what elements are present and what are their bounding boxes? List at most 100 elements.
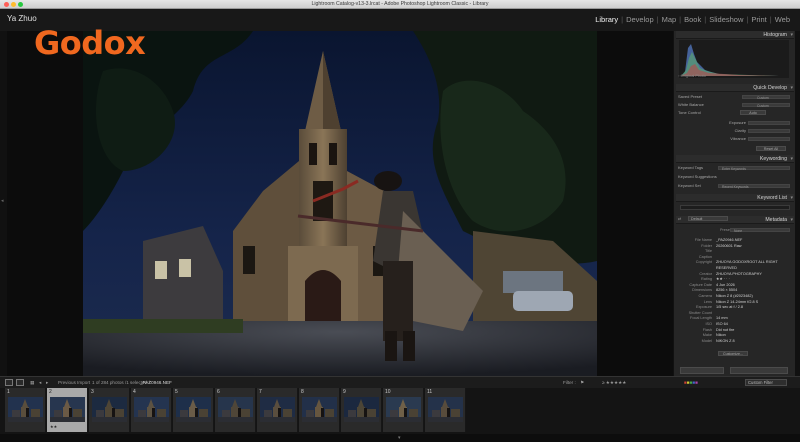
thumbnail-image [428,397,463,422]
grid-view-icon[interactable] [5,379,13,386]
grid-icon[interactable]: ▦ [30,380,34,386]
filmstrip-thumbnail[interactable] [218,397,253,422]
histogram-panel-header[interactable]: Histogram [676,31,794,39]
filmstrip-thumbnail[interactable] [134,397,169,422]
custom-filter-select[interactable]: Custom Filter [745,379,787,386]
keyword-tags-value: Enter Keywords [722,167,746,171]
white-balance-select[interactable]: Custom [742,103,790,108]
filmstrip-thumbnail[interactable] [92,397,127,422]
quick-develop-white-balance-row: White Balance Custom [678,102,792,108]
module-develop[interactable]: Develop [626,15,654,24]
filmstrip-thumbnail[interactable] [50,397,85,422]
clarity-label: Clarity [734,128,746,133]
loupe-photo[interactable] [83,31,597,376]
forward-arrow-icon[interactable]: ▸ [46,380,48,386]
source-label[interactable]: Previous Import [58,380,90,385]
filmstrip-cell[interactable]: 9 [341,388,382,432]
filter-label: Filter : [563,380,576,385]
keyword-list-panel-header[interactable]: Keyword List [676,194,794,202]
filmstrip: 1 2 ★★ 3 4 5 6 7 8 9 10 11 [0,388,800,434]
keyword-suggestions-row[interactable]: Keyword Suggestions [678,174,792,180]
filmstrip-thumbnail[interactable] [8,397,43,422]
godox-logo: Godox [34,24,146,62]
sync-settings-button[interactable] [730,367,788,374]
filmstrip-thumbnail[interactable] [176,397,211,422]
vibrance-stepper[interactable] [748,137,790,141]
clarity-stepper[interactable] [748,129,790,133]
module-library[interactable]: Library [595,15,618,24]
reset-all-button[interactable]: Reset All [756,146,786,151]
quick-develop-exposure-row: Exposure [678,120,792,126]
metadata-row: Model NIKON Z 8 [678,338,792,344]
metadata-view-select[interactable]: Default [688,216,728,221]
module-web[interactable]: Web [775,15,790,24]
quick-develop-clarity-row: Clarity [678,128,792,134]
metadata-preset-icon[interactable]: ⇄ [678,216,681,221]
bottom-panel-toggle-icon[interactable]: ▾ [398,435,401,441]
filmstrip-thumbnail[interactable] [428,397,463,422]
customize-metadata-button[interactable]: Customize... [718,351,748,356]
keyword-tags-select[interactable]: Enter Keywords [718,166,790,171]
filmstrip-cell[interactable]: 3 [89,388,130,432]
filmstrip-thumbnail[interactable] [344,397,379,422]
sync-button[interactable] [680,367,724,374]
flag-filter-icon[interactable]: ⚑ [580,380,584,386]
filmstrip-cell[interactable]: 2 ★★ [47,388,88,432]
module-map[interactable]: Map [662,15,677,24]
rating-filter-icon[interactable]: ≥ ★★★★★ [602,380,626,386]
right-edge-strip [795,31,800,376]
filmstrip-cell[interactable]: 10 [383,388,424,432]
filmstrip-thumbnail[interactable] [386,397,421,422]
filmstrip-cell[interactable]: 8 [299,388,340,432]
left-panel-toggle-icon[interactable]: ◂ [1,198,4,204]
filename-label[interactable]: _PAZ0946.NEF [140,380,172,385]
saved-preset-select[interactable]: Custom [742,95,790,100]
filmstrip-cell-number: 6 [217,389,220,395]
secondary-display-icon[interactable] [16,379,24,386]
keywording-panel-header[interactable]: Keywording [676,155,794,163]
filmstrip-cell[interactable]: 11 [425,388,466,432]
thumbnail-image [176,397,211,422]
filmstrip-cell[interactable]: 6 [215,388,256,432]
identity-plate[interactable]: Ya Zhuo [7,14,37,23]
thumbnail-image [92,397,127,422]
module-book[interactable]: Book [684,15,701,24]
keyword-filter-input[interactable] [680,205,790,210]
back-arrow-icon[interactable]: ◂ [39,380,41,386]
metadata-value[interactable]: NIKON Z 8 [716,338,735,344]
exposure-stepper[interactable] [748,121,790,125]
filmstrip-cell[interactable]: 4 [131,388,172,432]
metadata-key: Model [701,338,712,343]
original-photo-checkbox[interactable]: ▫ Original Photo [678,73,792,79]
exposure-label: Exposure [729,120,746,125]
window-title: Lightroom Catalog-v13-3.lrcat - Adobe Ph… [311,1,489,7]
filmstrip-thumbnail[interactable] [260,397,295,422]
module-separator: | [704,15,707,24]
module-print[interactable]: Print [751,15,766,24]
right-panel: Histogram ▫ Original Photo Quick Develop… [673,31,795,376]
quick-develop-panel-header[interactable]: Quick Develop [676,84,794,92]
metadata-preset-select-row: Preset None [678,227,792,233]
color-label-filter-icon[interactable]: ■■■■■ [684,380,698,385]
filmstrip-cell-number: 10 [385,389,391,395]
filmstrip-cell[interactable]: 7 [257,388,298,432]
filmstrip-thumbnail[interactable] [302,397,337,422]
keyword-tags-row: Keyword Tags Enter Keywords [678,165,792,171]
filmstrip-cell[interactable]: 5 [173,388,214,432]
saved-preset-value: Custom [757,96,769,100]
metadata-preset-select[interactable]: None [730,228,790,233]
thumbnail-image [218,397,253,422]
keyword-set-select[interactable]: Recent Keywords [718,184,790,189]
filmstrip-cell-number: 11 [427,389,433,395]
filmstrip-cell-number: 7 [259,389,262,395]
thumbnail-image [260,397,295,422]
tone-auto-button[interactable]: Auto [740,110,766,115]
thumbnail-image [386,397,421,422]
module-slideshow[interactable]: Slideshow [709,15,743,24]
keyword-suggestions-label: Keyword Suggestions [678,174,717,179]
filmstrip-cell[interactable]: 1 [5,388,46,432]
thumbnail-image [8,397,43,422]
rating-stars-icon: ★★ [50,424,58,429]
quick-develop-saved-preset-row: Saved Preset Custom [678,94,792,100]
filmstrip-cell-number: 8 [301,389,304,395]
